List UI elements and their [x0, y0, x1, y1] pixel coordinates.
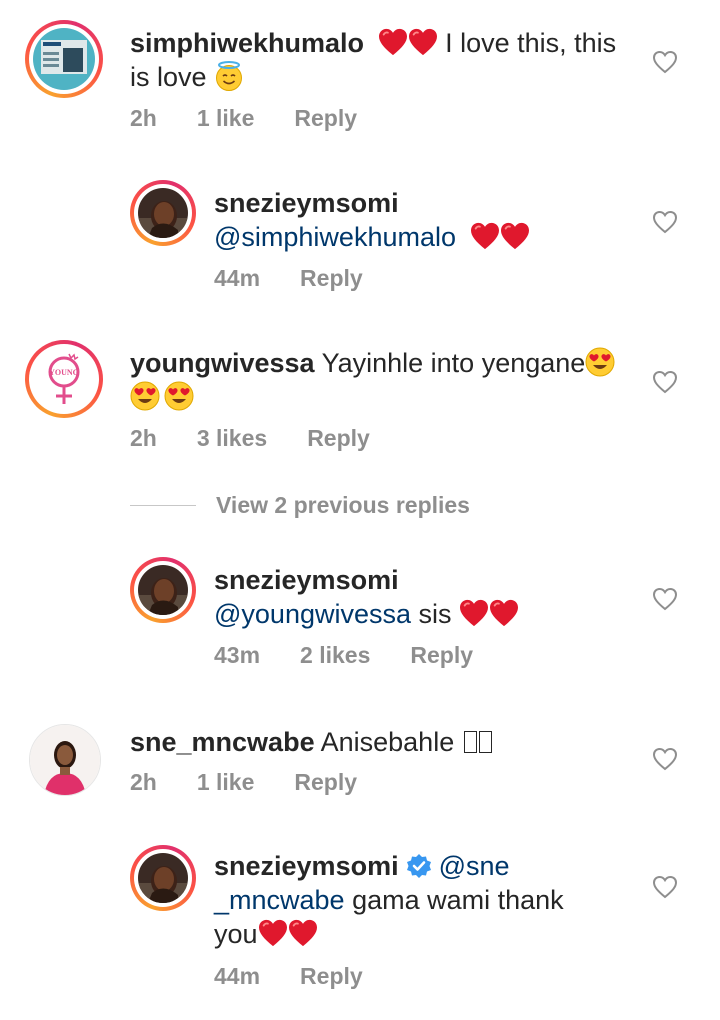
heart-eyes-emoji-icon: [585, 347, 615, 377]
comment-username[interactable]: snezieymsomi: [214, 851, 399, 881]
reply-button[interactable]: Reply: [294, 105, 357, 132]
avatar-simphiwekhumalo[interactable]: [25, 20, 103, 98]
avatar-image: YOUNG: [33, 348, 95, 410]
comment-text: gama wami thank: [344, 885, 564, 915]
red-heart-emoji-icon: [408, 28, 438, 56]
comment-body: sne_mncwabe Anisebahle: [130, 725, 492, 759]
reply-button[interactable]: Reply: [410, 642, 473, 669]
comment-username[interactable]: sne_mncwabe: [130, 727, 315, 757]
comment-username[interactable]: youngwivessa: [130, 348, 315, 378]
red-heart-emoji-icon: [459, 599, 489, 627]
comment-meta: 44m Reply: [214, 265, 403, 292]
like-heart-icon[interactable]: [652, 210, 678, 234]
heart-eyes-emoji-icon: [164, 381, 194, 411]
avatar-youngwivessa[interactable]: YOUNG: [25, 340, 103, 418]
comment-body: snezieymsomi @sne _mncwabe gama wami tha…: [214, 849, 614, 951]
comment-likes[interactable]: 1 like: [197, 769, 255, 796]
comment-text: I love this, this: [437, 28, 617, 58]
mention-link[interactable]: @sne: [439, 851, 510, 881]
unrendered-glyph-icon: [478, 731, 492, 753]
red-heart-emoji-icon: [288, 919, 318, 947]
youngwives-logo-text: YOUNG: [49, 368, 79, 377]
divider-line: [130, 505, 196, 506]
comment-body: simphiwekhumalo I love this, this is lov…: [130, 26, 650, 94]
comment-meta: 44m Reply: [214, 963, 403, 990]
like-heart-icon[interactable]: [652, 50, 678, 74]
comment-time: 2h: [130, 425, 157, 451]
red-heart-emoji-icon: [378, 28, 408, 56]
like-heart-icon[interactable]: [652, 747, 678, 771]
comment-text: sis: [411, 599, 460, 629]
view-previous-replies-label[interactable]: View 2 previous replies: [216, 492, 470, 519]
unrendered-glyph-icon: [463, 731, 477, 753]
comment-time: 43m: [214, 642, 261, 668]
comment-text-line3: you: [214, 919, 258, 949]
comment-time: 2h: [130, 769, 157, 795]
comment-meta: 2h 3 likes Reply: [130, 425, 410, 452]
red-heart-emoji-icon: [489, 599, 519, 627]
mention-link[interactable]: @simphiwekhumalo: [214, 222, 456, 252]
halo-face-emoji-icon: [214, 61, 244, 91]
like-heart-icon[interactable]: [652, 370, 678, 394]
red-heart-emoji-icon: [470, 222, 500, 250]
mention-link[interactable]: @youngwivessa: [214, 599, 411, 629]
comment-meta: 2h 1 like Reply: [130, 769, 397, 796]
comment-time: 44m: [214, 265, 261, 291]
like-heart-icon[interactable]: [652, 875, 678, 899]
avatar-image: [30, 725, 100, 795]
heart-eyes-emoji-icon: [130, 381, 160, 411]
comment-time: 44m: [214, 963, 261, 989]
reply-button[interactable]: Reply: [300, 963, 363, 990]
reply-button[interactable]: Reply: [307, 425, 370, 452]
reply-button[interactable]: Reply: [300, 265, 363, 292]
comment-username[interactable]: simphiwekhumalo: [130, 28, 364, 58]
avatar-image: [33, 28, 95, 90]
comment-time: 2h: [130, 105, 157, 131]
avatar-sne-mncwabe[interactable]: [29, 724, 101, 796]
red-heart-emoji-icon: [500, 222, 530, 250]
verified-badge-icon: [406, 854, 431, 878]
like-heart-icon[interactable]: [652, 587, 678, 611]
avatar-image: [138, 853, 188, 903]
comment-likes[interactable]: 1 like: [197, 105, 255, 132]
comment-text: Yayinhle into yengane: [314, 348, 586, 378]
comment-body: snezieymsomi @simphiwekhumalo: [214, 186, 530, 254]
avatar-snezieymsomi[interactable]: [130, 180, 196, 246]
mention-link-continued[interactable]: _mncwabe: [214, 885, 345, 915]
avatar-image: [138, 565, 188, 615]
comment-meta: 2h 1 like Reply: [130, 105, 397, 132]
avatar-image: [138, 188, 188, 238]
comment-likes[interactable]: 2 likes: [300, 642, 370, 669]
comment-username[interactable]: snezieymsomi: [214, 565, 399, 595]
comment-body: snezieymsomi @youngwivessa sis: [214, 563, 519, 631]
comment-meta: 43m 2 likes Reply: [214, 642, 513, 669]
red-heart-emoji-icon: [258, 919, 288, 947]
avatar-snezieymsomi[interactable]: [130, 557, 196, 623]
comment-username[interactable]: snezieymsomi: [214, 188, 399, 218]
reply-button[interactable]: Reply: [294, 769, 357, 796]
comment-likes[interactable]: 3 likes: [197, 425, 267, 452]
avatar-snezieymsomi[interactable]: [130, 845, 196, 911]
comment-body: youngwivessa Yayinhle into yengane: [130, 346, 650, 414]
view-previous-replies[interactable]: View 2 previous replies: [130, 492, 470, 519]
comment-text: Anisebahle: [314, 727, 462, 757]
comment-text-line2: is love: [130, 62, 207, 92]
